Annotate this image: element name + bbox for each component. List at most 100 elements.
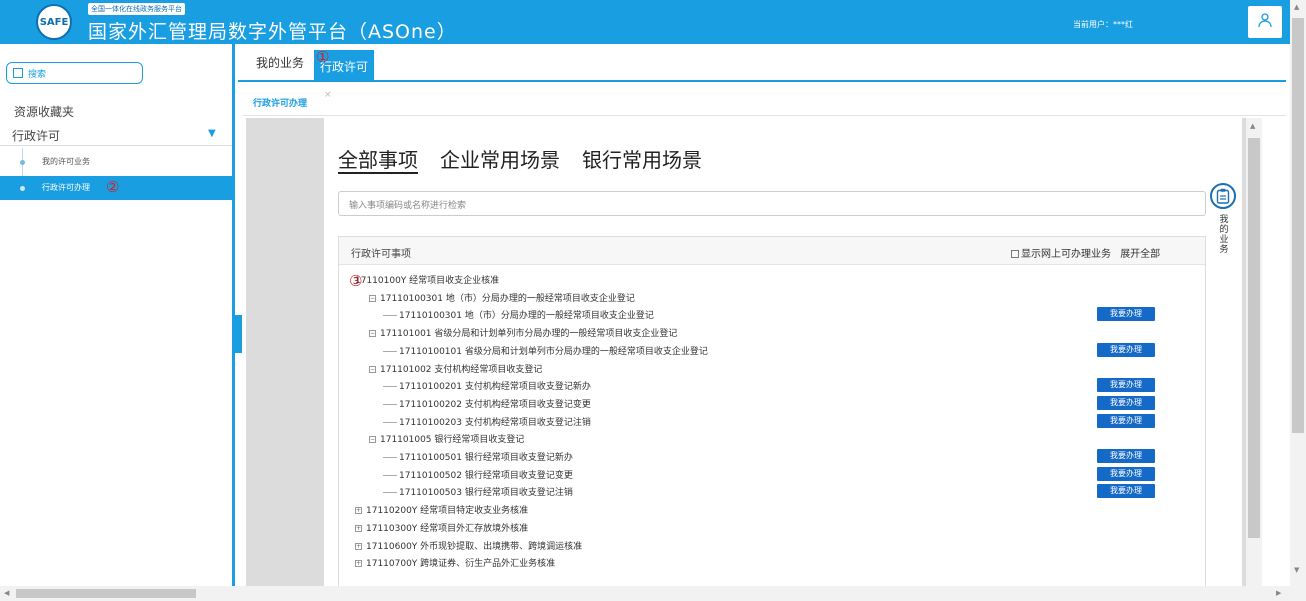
tree-node[interactable]: −171101005 银行经常项目收支登记 — [369, 432, 524, 445]
tree-node-label: 17110100502 银行经常项目收支登记变更 — [399, 470, 573, 481]
app-title: 国家外汇管理局数字外管平台（ASOne） — [88, 21, 457, 43]
sidebar-item-permit-handling[interactable]: 行政许可办理 ② — [0, 176, 232, 200]
user-icon — [1257, 12, 1273, 32]
show-online-label[interactable]: 显示网上可办理业务 — [1021, 249, 1111, 260]
tree-node-label: 17110700Y 跨境证券、衍生产品外汇业务核准 — [366, 559, 556, 570]
expand-icon[interactable]: + — [355, 507, 362, 515]
tree-node[interactable]: −17110100301 地（市）分局办理的一般经常项目收支企业登记 — [369, 291, 635, 304]
tree-node-label: 17110100202 支付机构经常项目收支登记变更 — [399, 399, 591, 410]
subtab-bar: 行政许可办理 × — [243, 88, 1286, 116]
collapse-icon[interactable]: − — [369, 436, 376, 444]
tree-node[interactable]: 17110100301 地（市）分局办理的一般经常项目收支企业登记 — [383, 308, 654, 321]
tree-node[interactable]: −171101001 省级分局和计划单列市分局办理的一般经常项目收支企业登记 — [369, 326, 677, 339]
tree-node[interactable]: +17110200Y 经常项目特定收支业务核准 — [355, 503, 528, 516]
tree-node-label: 17110100101 省级分局和计划单列市分局办理的一般经常项目收支企业登记 — [399, 346, 708, 357]
sidebar-collapse-handle[interactable] — [235, 315, 242, 353]
tree-node-label: 17110100501 银行经常项目收支登记新办 — [399, 453, 573, 463]
main-tabs: 我的业务 行政许可 ① — [238, 44, 1286, 82]
apply-button[interactable]: 我要办理 — [1097, 378, 1155, 393]
scroll-down-icon[interactable]: ▼ — [1294, 566, 1299, 574]
tree-node[interactable]: 17110100501 银行经常项目收支登记新办 — [383, 450, 573, 463]
bullet-icon — [20, 160, 25, 165]
apply-button[interactable]: 我要办理 — [1097, 466, 1155, 481]
tree-node[interactable]: 17110100503 银行经常项目收支登记注销 — [383, 485, 573, 498]
user-button[interactable] — [1248, 6, 1282, 38]
chevron-down-icon: ▼ — [208, 128, 216, 139]
tree-node-label: 17110600Y 外币现钞提取、出境携带、跨境调运核准 — [366, 541, 583, 552]
show-online-checkbox[interactable] — [1011, 250, 1019, 258]
expand-icon[interactable]: + — [355, 560, 362, 568]
page-scroll-thumb[interactable] — [1292, 18, 1304, 433]
scroll-right-icon[interactable]: ▶ — [1276, 589, 1281, 597]
tree-node[interactable]: 17110100201 支付机构经常项目收支登记新办 — [383, 379, 591, 392]
tree-connector — [383, 315, 397, 317]
apply-button[interactable]: 我要办理 — [1097, 307, 1155, 322]
subtab-permit-handling[interactable]: 行政许可办理 — [253, 96, 307, 109]
tab-my-business[interactable]: 我的业务 — [256, 54, 304, 71]
list-header-actions: 显示网上可办理业务 展开全部 — [1011, 245, 1160, 260]
tree-node[interactable]: 17110100202 支付机构经常项目收支登记变更 — [383, 397, 591, 410]
tree-connector — [383, 457, 397, 458]
close-icon[interactable]: × — [324, 90, 332, 100]
tree-node-label: 171101005 银行经常项目收支登记 — [380, 435, 525, 446]
step-marker-1: ① — [316, 48, 330, 66]
tree-node-label: 17110100301 地（市）分局办理的一般经常项目收支企业登记 — [380, 293, 635, 304]
tree-node[interactable]: +17110600Y 外币现钞提取、出境携带、跨境调运核准 — [355, 539, 582, 552]
tree-node-label: 17110100301 地（市）分局办理的一般经常项目收支企业登记 — [399, 311, 654, 322]
current-user: 当前用户：***红 — [1073, 20, 1133, 29]
tree-node-label: 17110100201 支付机构经常项目收支登记新办 — [399, 382, 591, 393]
collapse-icon[interactable]: − — [369, 365, 376, 373]
horizontal-scroll-thumb[interactable] — [16, 589, 196, 598]
menu-admin-permit[interactable]: 行政许可 ▼ — [0, 124, 232, 146]
tree-node[interactable]: 17110100Y 经常项目收支企业核准 — [355, 273, 499, 286]
gov-platform-tag: 全国一体化在线政务服务平台 — [88, 3, 185, 15]
tree-connector — [383, 403, 397, 405]
item-search-input[interactable]: 输入事项编码或名称进行检索 — [338, 191, 1206, 216]
collapse-icon[interactable]: − — [369, 294, 376, 302]
scroll-left-icon[interactable]: ◀ — [4, 589, 9, 597]
tree-connector — [383, 386, 397, 388]
app-header: SAFE 全国一体化在线政务服务平台 国家外汇管理局数字外管平台（ASOne） … — [0, 0, 1306, 44]
my-business-float-button[interactable]: 我的业务 — [1208, 183, 1239, 261]
tree-connector — [383, 421, 397, 423]
tree-node[interactable]: 17110100502 银行经常项目收支登记变更 — [383, 468, 573, 481]
apply-button[interactable]: 我要办理 — [1097, 342, 1155, 357]
panel-scrollbar[interactable]: ▲ — [1246, 118, 1262, 593]
tree-node-label: 17110100203 支付机构经常项目收支登记注销 — [399, 417, 591, 428]
page-scrollbar[interactable]: ▲ ▼ — [1290, 0, 1306, 601]
tree-node[interactable]: 17110100203 支付机构经常项目收支登记注销 — [383, 415, 591, 428]
apply-button[interactable]: 我要办理 — [1097, 413, 1155, 428]
scene-tab-all[interactable]: 全部事项 — [338, 148, 418, 174]
step-marker-2: ② — [106, 178, 120, 196]
bullet-icon — [20, 186, 25, 191]
scene-tab-bank[interactable]: 银行常用场景 — [582, 148, 702, 172]
sidebar: 搜索 资源收藏夹 行政许可 ▼ 我的许可业务 行政许可办理 ② — [0, 44, 235, 595]
apply-button[interactable]: 我要办理 — [1097, 449, 1155, 463]
scroll-up-icon[interactable]: ▲ — [1250, 122, 1255, 130]
sidebar-item-label: 我的许可业务 — [42, 157, 90, 166]
scene-tab-enterprise[interactable]: 企业常用场景 — [440, 148, 560, 172]
tree-connector — [383, 474, 397, 476]
tree-node[interactable]: +17110700Y 跨境证券、衍生产品外汇业务核准 — [355, 556, 555, 569]
tree-node-label: 17110200Y 经常项目特定收支业务核准 — [366, 506, 529, 517]
apply-button[interactable]: 我要办理 — [1097, 484, 1155, 499]
tree-node[interactable]: +17110300Y 经常项目外汇存放境外核准 — [355, 521, 528, 534]
panel-scroll-thumb[interactable] — [1248, 138, 1260, 538]
sidebar-item-my-permits[interactable]: 我的许可业务 — [0, 150, 232, 174]
expand-all-link[interactable]: 展开全部 — [1120, 249, 1160, 260]
tree-node[interactable]: 17110100101 省级分局和计划单列市分局办理的一般经常项目收支企业登记 — [383, 344, 708, 357]
expand-icon[interactable]: + — [355, 542, 362, 550]
tree-node-label: 171101001 省级分局和计划单列市分局办理的一般经常项目收支企业登记 — [380, 329, 678, 340]
list-title: 行政许可事项 — [351, 249, 411, 260]
tree-node-label: 17110100Y 经常项目收支企业核准 — [355, 276, 500, 286]
horizontal-scrollbar[interactable]: ◀ ▶ — [0, 586, 1290, 601]
tree-node[interactable]: −171101002 支付机构经常项目收支登记 — [369, 362, 542, 375]
sidebar-item-label: 行政许可办理 — [42, 183, 90, 192]
expand-icon[interactable]: + — [355, 524, 362, 532]
search-label: 搜索 — [28, 69, 47, 80]
scroll-up-icon[interactable]: ▲ — [1294, 3, 1299, 11]
favorites-label[interactable]: 资源收藏夹 — [14, 103, 74, 120]
collapse-icon[interactable]: − — [369, 330, 376, 338]
sidebar-search-button[interactable]: 搜索 — [6, 62, 143, 84]
apply-button[interactable]: 我要办理 — [1097, 395, 1155, 410]
